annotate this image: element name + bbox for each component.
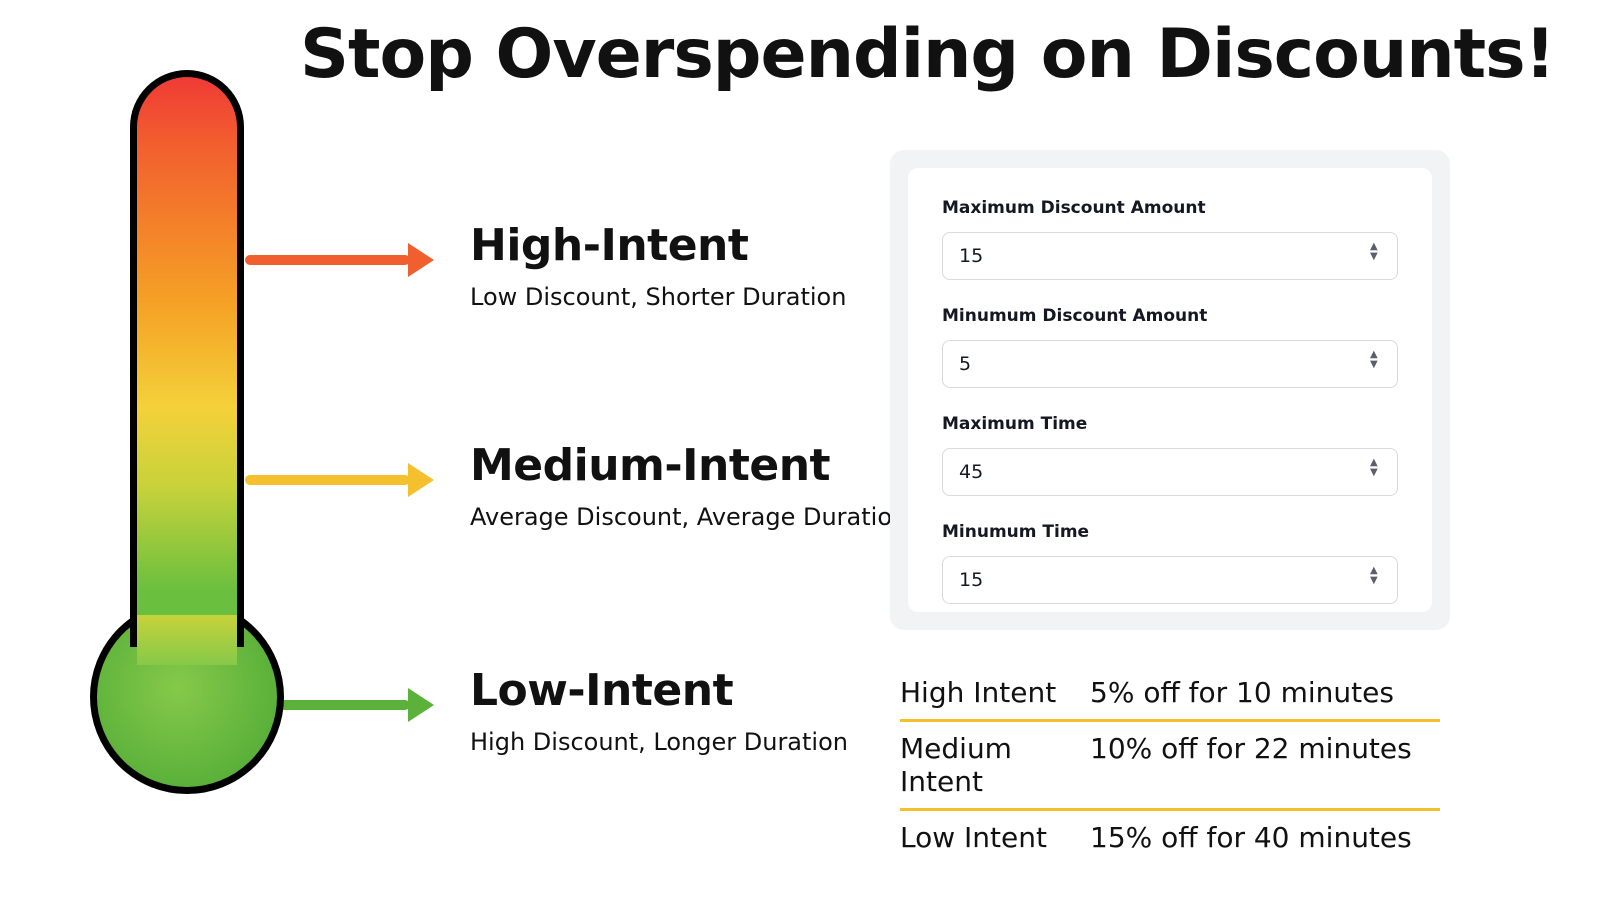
arrow-high-icon — [245, 255, 410, 265]
field-max-discount: Maximum Discount Amount ▲▼ — [942, 198, 1398, 280]
stepper-icon[interactable]: ▲▼ — [1370, 567, 1386, 585]
input-min-time[interactable] — [942, 556, 1398, 604]
results-table: High Intent 5% off for 10 minutes Medium… — [900, 666, 1440, 864]
page-title: Stop Overspending on Discounts! — [300, 15, 1555, 94]
callout-medium-heading: Medium-Intent — [470, 440, 907, 491]
result-medium-value: 10% off for 22 minutes — [1090, 732, 1440, 798]
table-row: Low Intent 15% off for 40 minutes — [900, 811, 1440, 864]
result-low-label: Low Intent — [900, 821, 1090, 854]
table-row: High Intent 5% off for 10 minutes — [900, 666, 1440, 719]
field-min-time: Minumum Time ▲▼ — [942, 522, 1398, 604]
settings-card-inner: Maximum Discount Amount ▲▼ Minumum Disco… — [908, 168, 1432, 612]
thermometer-tube — [130, 70, 244, 647]
arrow-low-icon — [275, 700, 410, 710]
callout-medium-sub: Average Discount, Average Duration — [470, 503, 907, 531]
callout-medium: Medium-Intent Average Discount, Average … — [470, 440, 907, 531]
settings-card: Maximum Discount Amount ▲▼ Minumum Disco… — [890, 150, 1450, 630]
arrow-medium-icon — [245, 475, 410, 485]
thermometer-graphic — [80, 70, 280, 790]
callout-high: High-Intent Low Discount, Shorter Durati… — [470, 220, 846, 311]
label-max-time: Maximum Time — [942, 414, 1398, 434]
stepper-icon[interactable]: ▲▼ — [1370, 459, 1386, 477]
field-max-time: Maximum Time ▲▼ — [942, 414, 1398, 496]
result-high-value: 5% off for 10 minutes — [1090, 676, 1440, 709]
stepper-icon[interactable]: ▲▼ — [1370, 243, 1386, 261]
callout-low-heading: Low-Intent — [470, 665, 848, 716]
callout-high-heading: High-Intent — [470, 220, 846, 271]
label-max-discount: Maximum Discount Amount — [942, 198, 1398, 218]
callout-high-sub: Low Discount, Shorter Duration — [470, 283, 846, 311]
input-min-discount[interactable] — [942, 340, 1398, 388]
thermometer-join — [137, 615, 237, 665]
callout-low-sub: High Discount, Longer Duration — [470, 728, 848, 756]
input-max-discount[interactable] — [942, 232, 1398, 280]
table-row: Medium Intent 10% off for 22 minutes — [900, 722, 1440, 808]
result-low-value: 15% off for 40 minutes — [1090, 821, 1440, 854]
field-min-discount: Minumum Discount Amount ▲▼ — [942, 306, 1398, 388]
result-high-label: High Intent — [900, 676, 1090, 709]
callout-low: Low-Intent High Discount, Longer Duratio… — [470, 665, 848, 756]
label-min-time: Minumum Time — [942, 522, 1398, 542]
label-min-discount: Minumum Discount Amount — [942, 306, 1398, 326]
result-medium-label: Medium Intent — [900, 732, 1090, 798]
input-max-time[interactable] — [942, 448, 1398, 496]
stepper-icon[interactable]: ▲▼ — [1370, 351, 1386, 369]
